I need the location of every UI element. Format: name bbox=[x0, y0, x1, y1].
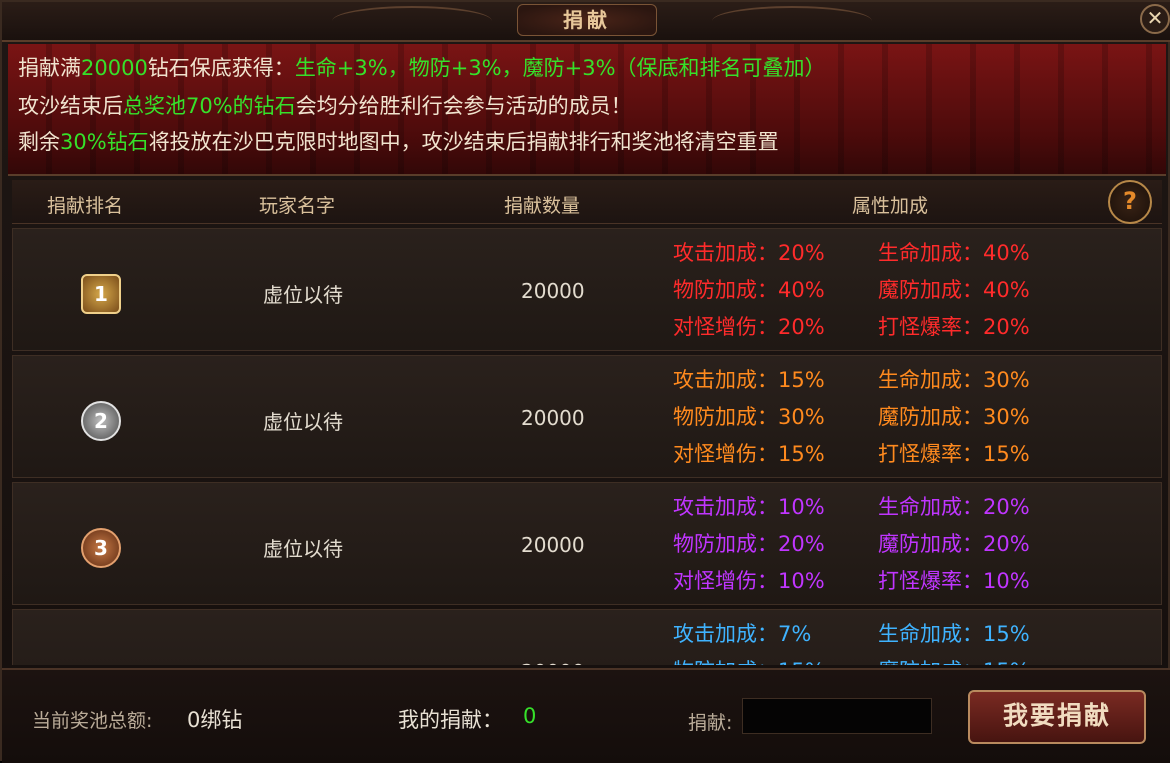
header-attribute-bonus: 属性加成 bbox=[852, 195, 929, 217]
info-text-segment: 将投放在沙巴克限时地图中，攻沙结束后捐献排行和奖池将清空重置 bbox=[148, 130, 779, 154]
rank-list[interactable]: 1 虚位以待 20000 攻击加成：20% 生命加成：40% 物防加成：40% 魔防加成：4… bbox=[12, 228, 1162, 665]
info-text-segment: 攻沙结束后 bbox=[18, 94, 123, 118]
title-ornament-left bbox=[332, 6, 492, 36]
info-banner: 捐献满20000钻石保底获得：生命+3%，物防+3%，魔防+3%（保底和排名可叠… bbox=[8, 44, 1166, 176]
pool-total-label: 当前奖池总额: bbox=[32, 710, 153, 732]
my-donation-label: 我的捐献： bbox=[398, 708, 503, 732]
donate-amount-input[interactable] bbox=[742, 698, 932, 734]
attribute-bonus-left: 攻击加成：10% bbox=[673, 495, 825, 519]
info-text-segment: 钻石保底获得： bbox=[147, 56, 295, 80]
pool-total-value: 0绑钻 bbox=[187, 708, 243, 732]
table-header: 捐献排名 玩家名字 捐献数量 属性加成 bbox=[12, 180, 1162, 224]
player-name: 虚位以待 bbox=[263, 537, 343, 561]
title-bar: 捐献 ✕ bbox=[2, 2, 1170, 42]
attribute-bonuses: 攻击加成：20% 生命加成：40% 物防加成：40% 魔防加成：40% 对怪增伤：20%… bbox=[673, 237, 1030, 348]
player-name: 虚位以待 bbox=[263, 283, 343, 307]
attribute-bonus-left: 攻击加成：20% bbox=[673, 241, 825, 265]
attribute-bonus-left: 攻击加成：15% bbox=[673, 368, 825, 392]
donation-amount: 20000 bbox=[521, 533, 585, 557]
attribute-bonus-right: 生命加成：15% bbox=[878, 622, 1030, 646]
info-text-segment: 20000 bbox=[81, 56, 148, 80]
footer: 当前奖池总额: 0绑钻 我的捐献： 0 捐献: 我要捐献 bbox=[2, 668, 1170, 763]
title-ornament-right bbox=[712, 6, 872, 36]
attribute-line: 对怪增伤：20% 打怪爆率：20% bbox=[673, 311, 1030, 348]
player-name: 虚位以待 bbox=[263, 660, 343, 665]
attribute-bonus-right: 生命加成：40% bbox=[878, 241, 1030, 265]
attribute-line: 物防加成：40% 魔防加成：40% bbox=[673, 274, 1030, 311]
attribute-line: 攻击加成：7% 生命加成：15% bbox=[673, 618, 1030, 655]
attribute-bonus-left: 物防加成：30% bbox=[673, 405, 825, 429]
attribute-bonuses: 攻击加成：15% 生命加成：30% 物防加成：30% 魔防加成：30% 对怪增伤：15%… bbox=[673, 364, 1030, 475]
attribute-bonus-left: 物防加成：15% bbox=[673, 659, 825, 665]
attribute-bonus-right: 魔防加成：30% bbox=[878, 405, 1030, 429]
donate-button[interactable]: 我要捐献 bbox=[968, 690, 1146, 744]
info-text-segment: 会均分给胜利行会参与活动的成员！ bbox=[295, 94, 632, 118]
donation-amount: 20000 bbox=[521, 660, 585, 665]
attribute-line: 物防加成：30% 魔防加成：30% bbox=[673, 401, 1030, 438]
info-text-segment: 总奖池70%的钻石 bbox=[123, 94, 296, 118]
attribute-line: 攻击加成：10% 生命加成：20% bbox=[673, 491, 1030, 528]
player-name: 虚位以待 bbox=[263, 410, 343, 434]
attribute-bonus-left: 物防加成：20% bbox=[673, 532, 825, 556]
table-row[interactable]: 虚位以待 20000 攻击加成：7% 生命加成：15% 物防加成：15% 魔防加成：15% bbox=[12, 609, 1162, 665]
attribute-bonus-right: 打怪爆率：15% bbox=[878, 442, 1030, 466]
attribute-bonus-right: 生命加成：20% bbox=[878, 495, 1030, 519]
attribute-bonus-left: 对怪增伤：20% bbox=[673, 315, 825, 339]
table-row[interactable]: 3 虚位以待 20000 攻击加成：10% 生命加成：20% 物防加成：20% 魔防加成：2… bbox=[12, 482, 1162, 605]
rank-silver-badge-icon: 2 bbox=[81, 401, 121, 441]
header-player-name: 玩家名字 bbox=[259, 195, 336, 217]
close-icon[interactable]: ✕ bbox=[1140, 4, 1170, 34]
rank-gold-badge-icon: 1 bbox=[81, 274, 121, 314]
attribute-bonus-right: 魔防加成：40% bbox=[878, 278, 1030, 302]
attribute-line: 物防加成：15% 魔防加成：15% bbox=[673, 655, 1030, 665]
attribute-bonus-left: 攻击加成：7% bbox=[673, 622, 812, 646]
info-line-2: 攻沙结束后总奖池70%的钻石会均分给胜利行会参与活动的成员！ bbox=[18, 90, 632, 120]
info-text-segment: 生命+3%，物防+3%，魔防+3%（保底和排名可叠加） bbox=[294, 56, 826, 80]
donate-amount-label: 捐献: bbox=[688, 712, 733, 734]
attribute-bonus-right: 魔防加成：20% bbox=[878, 532, 1030, 556]
attribute-bonuses: 攻击加成：10% 生命加成：20% 物防加成：20% 魔防加成：20% 对怪增伤：10%… bbox=[673, 491, 1030, 602]
attribute-bonus-left: 对怪增伤：15% bbox=[673, 442, 825, 466]
attribute-line: 物防加成：20% 魔防加成：20% bbox=[673, 528, 1030, 565]
donation-amount: 20000 bbox=[521, 406, 585, 430]
table-row[interactable]: 2 虚位以待 20000 攻击加成：15% 生命加成：30% 物防加成：30% 魔防加成：3… bbox=[12, 355, 1162, 478]
help-icon[interactable]: ? bbox=[1108, 180, 1152, 224]
info-text-segment: 30%钻石 bbox=[60, 130, 149, 154]
attribute-bonus-left: 物防加成：40% bbox=[673, 278, 825, 302]
attribute-bonus-right: 魔防加成：15% bbox=[878, 655, 1030, 665]
header-amount: 捐献数量 bbox=[504, 195, 581, 217]
attribute-bonuses: 攻击加成：7% 生命加成：15% 物防加成：15% 魔防加成：15% bbox=[673, 618, 1030, 665]
info-line-3: 剩余30%钻石将投放在沙巴克限时地图中，攻沙结束后捐献排行和奖池将清空重置 bbox=[18, 126, 779, 156]
info-text-segment: 捐献满 bbox=[18, 56, 81, 80]
attribute-line: 对怪增伤：10% 打怪爆率：10% bbox=[673, 565, 1030, 602]
info-text-segment: 剩余 bbox=[18, 130, 60, 154]
attribute-line: 攻击加成：15% 生命加成：30% bbox=[673, 364, 1030, 401]
attribute-line: 对怪增伤：15% 打怪爆率：15% bbox=[673, 438, 1030, 475]
my-donation-value: 0 bbox=[523, 704, 537, 728]
donation-window: 捐献 ✕ 捐献满20000钻石保底获得：生命+3%，物防+3%，魔防+3%（保底… bbox=[0, 0, 1170, 763]
info-line-1: 捐献满20000钻石保底获得：生命+3%，物防+3%，魔防+3%（保底和排名可叠… bbox=[18, 52, 826, 82]
attribute-bonus-right: 打怪爆率：10% bbox=[878, 569, 1030, 593]
attribute-bonus-right: 打怪爆率：20% bbox=[878, 315, 1030, 339]
window-title: 捐献 bbox=[517, 4, 657, 36]
donation-amount: 20000 bbox=[521, 279, 585, 303]
attribute-bonus-right: 生命加成：30% bbox=[878, 368, 1030, 392]
header-rank: 捐献排名 bbox=[47, 195, 124, 217]
attribute-line: 攻击加成：20% 生命加成：40% bbox=[673, 237, 1030, 274]
rank-bronze-badge-icon: 3 bbox=[81, 528, 121, 568]
attribute-bonus-left: 对怪增伤：10% bbox=[673, 569, 825, 593]
table-row[interactable]: 1 虚位以待 20000 攻击加成：20% 生命加成：40% 物防加成：40% 魔防加成：4… bbox=[12, 228, 1162, 351]
